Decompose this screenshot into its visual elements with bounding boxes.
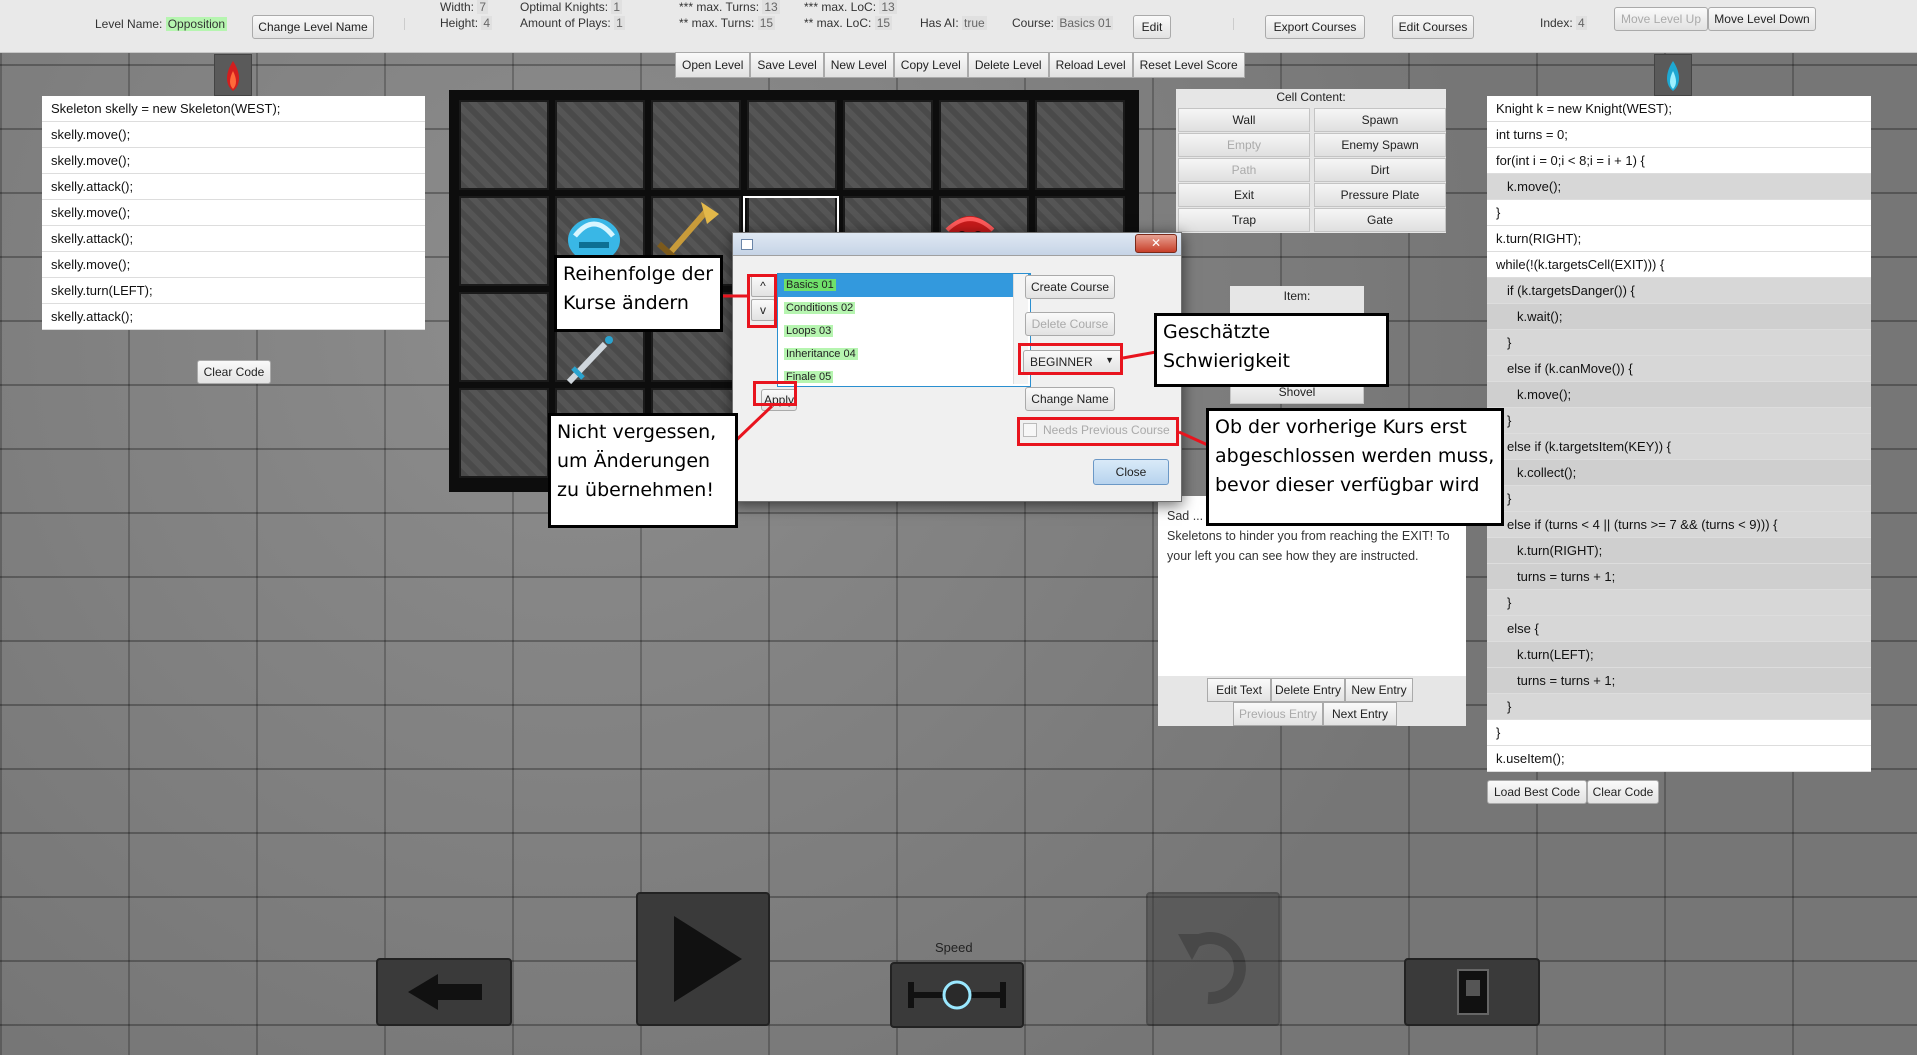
callout-previous-course: Ob der vorherige Kurs erst abgeschlossen…	[1206, 408, 1504, 526]
callout-connectors	[712, 294, 1211, 450]
callout-reorder: Reihenfolge der Kurse ändern	[554, 255, 723, 332]
callout-apply: Nicht vergessen, um Änderungen zu überne…	[548, 413, 738, 528]
callout-difficulty: Geschätzte Schwierigkeit	[1154, 313, 1389, 387]
